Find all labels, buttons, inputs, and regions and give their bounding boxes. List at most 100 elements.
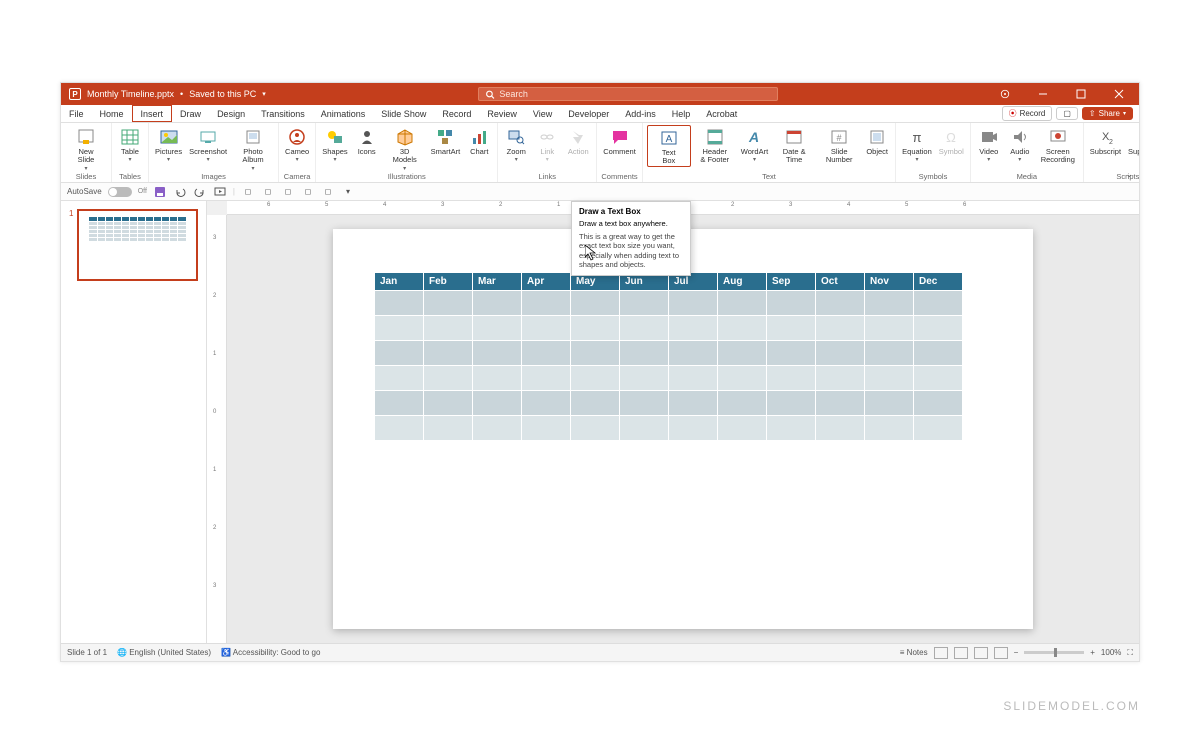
tab-acrobat[interactable]: Acrobat (698, 105, 745, 122)
tab-file[interactable]: File (61, 105, 92, 122)
icons-button[interactable]: Icons (353, 125, 381, 156)
month-nov[interactable]: Nov (865, 273, 914, 290)
qat-icon-3[interactable]: ◻ (281, 185, 295, 199)
months-table[interactable]: Jan Feb Mar Apr May Jun Jul Aug Sep Oct … (375, 273, 963, 440)
chart-button[interactable]: Chart (465, 125, 493, 156)
tab-design[interactable]: Design (209, 105, 253, 122)
tab-transitions[interactable]: Transitions (253, 105, 313, 122)
new-slide-button[interactable]: NewSlide▾ (65, 125, 107, 172)
tab-draw[interactable]: Draw (172, 105, 209, 122)
slideshow-icon[interactable] (213, 185, 227, 199)
zoom-in-icon[interactable]: + (1090, 648, 1095, 657)
zoom-slider[interactable] (1024, 651, 1084, 654)
cameo-button[interactable]: Cameo▾ (283, 125, 311, 163)
reading-view-icon[interactable] (974, 647, 988, 659)
autosave-toggle[interactable] (108, 187, 132, 197)
table-row[interactable] (375, 365, 963, 390)
month-sep[interactable]: Sep (767, 273, 816, 290)
header-footer-button[interactable]: Header& Footer (694, 125, 736, 165)
month-oct[interactable]: Oct (816, 273, 865, 290)
redo-icon[interactable] (193, 185, 207, 199)
tab-insert[interactable]: Insert (132, 105, 173, 122)
tab-animations[interactable]: Animations (313, 105, 374, 122)
tab-view[interactable]: View (525, 105, 560, 122)
audio-button[interactable]: Audio▾ (1006, 125, 1034, 163)
tab-home[interactable]: Home (92, 105, 132, 122)
slide[interactable]: Jan Feb Mar Apr May Jun Jul Aug Sep Oct … (333, 229, 1033, 629)
tab-help[interactable]: Help (664, 105, 699, 122)
canvas[interactable]: Jan Feb Mar Apr May Jun Jul Aug Sep Oct … (227, 215, 1139, 643)
month-dec[interactable]: Dec (914, 273, 963, 290)
qat-icon-4[interactable]: ◻ (301, 185, 315, 199)
notes-button[interactable]: ≡ Notes (900, 648, 928, 657)
accessibility-indicator[interactable]: ♿ Accessibility: Good to go (221, 648, 320, 657)
comment-button[interactable]: Comment (601, 125, 638, 156)
normal-view-icon[interactable] (934, 647, 948, 659)
equation-button[interactable]: πEquation▾ (900, 125, 934, 163)
present-button[interactable]: ▢ (1056, 107, 1078, 120)
table-row[interactable] (375, 290, 963, 315)
qat-icon-5[interactable]: ◻ (321, 185, 335, 199)
tab-developer[interactable]: Developer (560, 105, 617, 122)
language-indicator[interactable]: 🌐 English (United States) (117, 648, 211, 657)
close-button[interactable] (1105, 83, 1133, 105)
maximize-button[interactable] (1067, 83, 1095, 105)
zoom-button[interactable]: Zoom▾ (502, 125, 530, 163)
shapes-button[interactable]: Shapes▾ (320, 125, 349, 163)
table-row[interactable] (375, 415, 963, 440)
slide-indicator[interactable]: Slide 1 of 1 (67, 648, 107, 657)
minimize-button[interactable] (1029, 83, 1057, 105)
table-row[interactable] (375, 315, 963, 340)
photo-album-button[interactable]: PhotoAlbum▾ (232, 125, 274, 172)
zoom-level[interactable]: 100% (1101, 648, 1121, 657)
undo-icon[interactable] (173, 185, 187, 199)
month-jan[interactable]: Jan (375, 273, 424, 290)
subscript-button[interactable]: X2Subscript (1088, 125, 1123, 156)
table-button[interactable]: Table▾ (116, 125, 144, 163)
share-button[interactable]: ⇧Share▾ (1082, 107, 1133, 120)
slide-panel[interactable]: 1 (61, 201, 207, 643)
collapse-ribbon-icon[interactable]: ⌄ (1125, 169, 1133, 180)
save-status[interactable]: Saved to this PC (189, 89, 256, 99)
3d-models-button[interactable]: 3DModels▾ (384, 125, 426, 172)
month-jul[interactable]: Jul (669, 273, 718, 290)
zoom-out-icon[interactable]: − (1014, 648, 1019, 657)
screen-recording-button[interactable]: ScreenRecording (1037, 125, 1079, 165)
tab-slideshow[interactable]: Slide Show (373, 105, 434, 122)
wordart-button[interactable]: AWordArt▾ (739, 125, 770, 163)
month-may[interactable]: May (571, 273, 620, 290)
tab-record[interactable]: Record (434, 105, 479, 122)
save-icon[interactable] (153, 185, 167, 199)
object-button[interactable]: Object (863, 125, 891, 156)
sorter-view-icon[interactable] (954, 647, 968, 659)
slide-thumbnail[interactable] (77, 209, 198, 281)
tab-addins[interactable]: Add-ins (617, 105, 664, 122)
table-row[interactable] (375, 390, 963, 415)
record-button[interactable]: ⦿Record (1002, 106, 1053, 121)
pictures-button[interactable]: Pictures▾ (153, 125, 184, 163)
pictures-icon (159, 127, 179, 147)
superscript-button[interactable]: X2Superscript (1126, 125, 1139, 156)
help-icon[interactable] (991, 83, 1019, 105)
tab-review[interactable]: Review (479, 105, 525, 122)
smartart-button[interactable]: SmartArt (429, 125, 463, 156)
qat-icon-2[interactable]: ◻ (261, 185, 275, 199)
month-jun[interactable]: Jun (620, 273, 669, 290)
qat-more-icon[interactable]: ▾ (341, 185, 355, 199)
fit-window-icon[interactable]: ⛶ (1127, 648, 1133, 658)
vertical-ruler[interactable]: 3210123 (207, 215, 227, 643)
slideshow-view-icon[interactable] (994, 647, 1008, 659)
table-row[interactable] (375, 340, 963, 365)
month-mar[interactable]: Mar (473, 273, 522, 290)
slide-number-button[interactable]: #SlideNumber (818, 125, 860, 165)
screenshot-button[interactable]: Screenshot▾ (187, 125, 229, 163)
video-icon (979, 127, 999, 147)
month-apr[interactable]: Apr (522, 273, 571, 290)
month-aug[interactable]: Aug (718, 273, 767, 290)
search-box[interactable]: Search (478, 87, 778, 101)
qat-icon-1[interactable]: ◻ (241, 185, 255, 199)
date-time-button[interactable]: Date &Time (773, 125, 815, 165)
video-button[interactable]: Video▾ (975, 125, 1003, 163)
text-box-button[interactable]: ATextBox (647, 125, 691, 167)
month-feb[interactable]: Feb (424, 273, 473, 290)
